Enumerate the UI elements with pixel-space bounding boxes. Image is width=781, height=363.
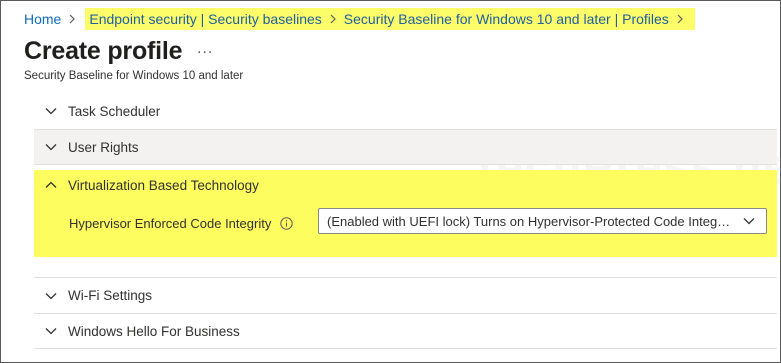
chevron-down-icon (44, 140, 58, 154)
section-label: Windows Hello For Business (68, 323, 240, 339)
breadcrumb-endpoint-security[interactable]: Endpoint security | Security baselines (89, 11, 321, 27)
hvci-dropdown[interactable]: (Enabled with UEFI lock) Turns on Hyperv… (318, 208, 767, 234)
dropdown-value: (Enabled with UEFI lock) Turns on Hyperv… (327, 213, 734, 229)
setting-label: Hypervisor Enforced Code Integrity (69, 215, 272, 231)
breadcrumb: Home Endpoint security | Security baseli… (24, 8, 695, 30)
chevron-down-icon (44, 104, 58, 118)
page-title: Create profile (24, 37, 183, 65)
chevron-right-icon (68, 12, 76, 27)
more-options-button[interactable]: ... (197, 40, 213, 58)
chevron-right-icon (676, 12, 684, 27)
breadcrumb-highlight: Endpoint security | Security baselines S… (85, 8, 695, 30)
page-subtitle: Security Baseline for Windows 10 and lat… (24, 70, 244, 82)
section-task-scheduler[interactable]: Task Scheduler (34, 93, 777, 129)
section-wifi-settings[interactable]: Wi-Fi Settings (34, 277, 777, 313)
info-icon[interactable] (280, 216, 294, 230)
chevron-down-icon (44, 324, 58, 338)
section-windows-hello[interactable]: Windows Hello For Business (34, 313, 777, 349)
chevron-down-icon (44, 289, 58, 303)
section-label: User Rights (68, 139, 139, 155)
section-label: Task Scheduler (68, 103, 161, 119)
breadcrumb-baseline-profiles[interactable]: Security Baseline for Windows 10 and lat… (344, 11, 669, 27)
breadcrumb-home[interactable]: Home (24, 11, 61, 27)
setting-row-hvci: Hypervisor Enforced Code Integrity (Enab… (34, 208, 777, 238)
chevron-right-icon (329, 12, 337, 27)
section-label: Virtualization Based Technology (68, 177, 259, 193)
section-user-rights[interactable]: User Rights (34, 129, 777, 165)
section-label: Wi-Fi Settings (68, 288, 153, 303)
chevron-down-icon (742, 214, 756, 228)
section-header[interactable]: Virtualization Based Technology (34, 170, 777, 200)
chevron-up-icon (44, 178, 58, 192)
section-virtualization-based-technology: Virtualization Based Technology Hypervis… (34, 170, 777, 257)
